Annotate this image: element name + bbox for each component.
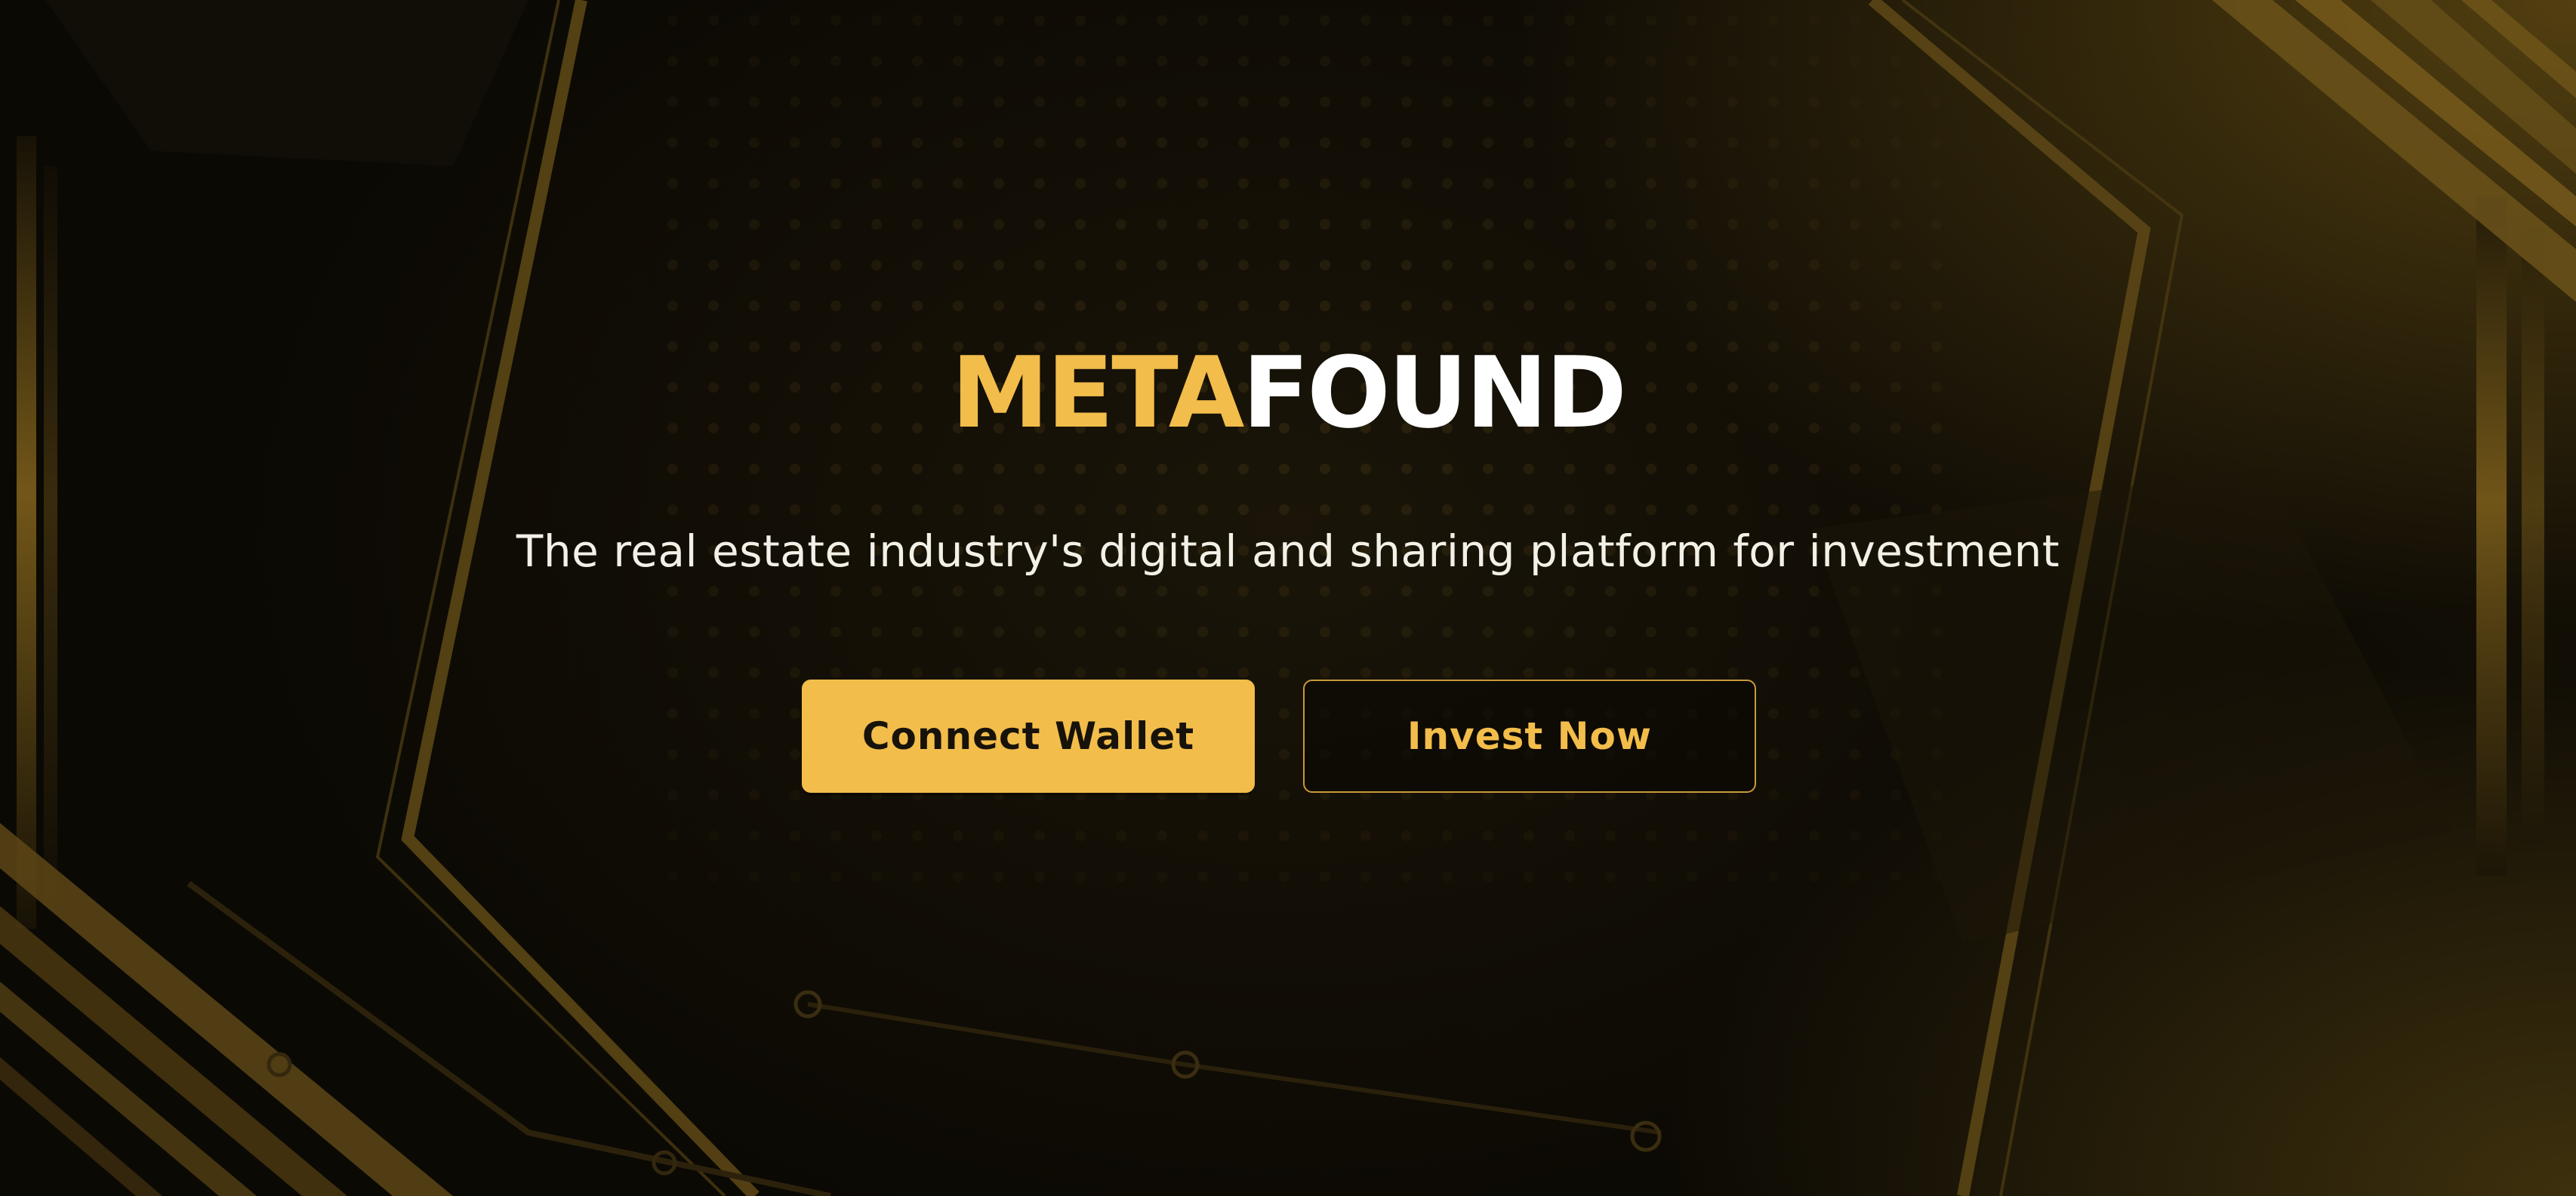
hero-section: METAFOUND The real estate industry's dig… (0, 0, 2576, 1196)
brand-logo-wordmark: METAFOUND (0, 332, 2576, 453)
invest-now-button[interactable]: Invest Now (1303, 680, 1756, 793)
brand-meta-text: META (951, 335, 1244, 450)
connect-wallet-button[interactable]: Connect Wallet (802, 680, 1255, 793)
hero-page: METAFOUND The real estate industry's dig… (0, 0, 2576, 1196)
brand-found-text: FOUND (1242, 335, 1627, 450)
hero-tagline: The real estate industry's digital and s… (516, 526, 2060, 577)
